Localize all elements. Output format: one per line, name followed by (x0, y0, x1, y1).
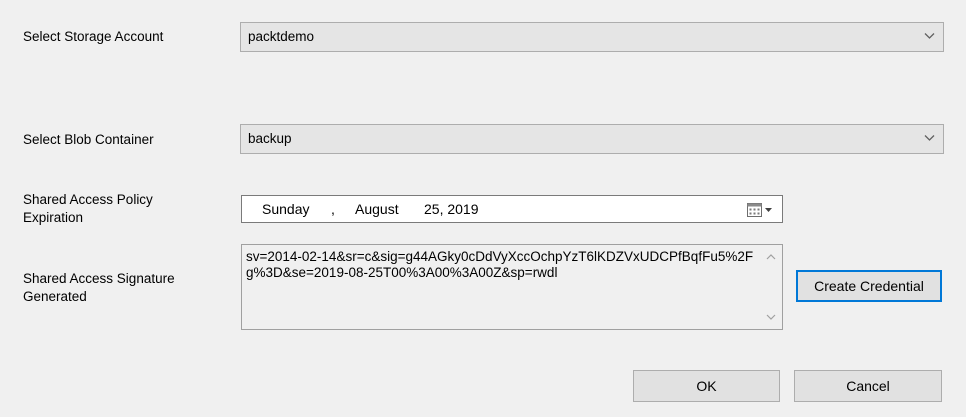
date-weekday[interactable]: Sunday (262, 201, 309, 217)
policy-expiration-label-line2: Expiration (23, 210, 84, 225)
policy-expiration-label: Shared Access Policy Expiration (23, 191, 153, 227)
sas-generated-label: Shared Access Signature Generated (23, 270, 175, 306)
chevron-down-icon (924, 135, 935, 141)
scroll-down-icon[interactable] (766, 314, 776, 321)
chevron-down-icon (924, 33, 935, 39)
create-credential-button[interactable]: Create Credential (796, 270, 942, 302)
scroll-up-icon[interactable] (766, 253, 776, 260)
blob-container-combobox[interactable]: backup (240, 124, 944, 154)
sas-generated-label-line2: Generated (23, 289, 87, 304)
blob-container-value: backup (248, 131, 292, 146)
cancel-button[interactable]: Cancel (794, 370, 942, 402)
policy-expiration-label-line1: Shared Access Policy (23, 192, 153, 207)
storage-account-label: Select Storage Account (23, 29, 164, 44)
sas-textbox[interactable]: sv=2014-02-14&sr=c&sig=g44AGky0cDdVyXccO… (241, 244, 783, 330)
storage-account-combobox[interactable]: packtdemo (240, 22, 944, 52)
calendar-dropdown-icon[interactable] (746, 202, 774, 218)
date-month[interactable]: August (355, 201, 399, 217)
expiration-date-picker[interactable]: Sunday , August 25, 2019 (241, 195, 783, 223)
sas-generated-label-line1: Shared Access Signature (23, 271, 175, 286)
date-day-year[interactable]: 25, 2019 (424, 201, 479, 217)
sas-scrollbar[interactable] (760, 245, 782, 329)
ok-button[interactable]: OK (633, 370, 780, 402)
sas-value[interactable]: sv=2014-02-14&sr=c&sig=g44AGky0cDdVyXccO… (246, 249, 758, 281)
storage-account-value: packtdemo (248, 29, 315, 44)
blob-container-label: Select Blob Container (23, 132, 154, 147)
date-separator: , (331, 201, 335, 217)
